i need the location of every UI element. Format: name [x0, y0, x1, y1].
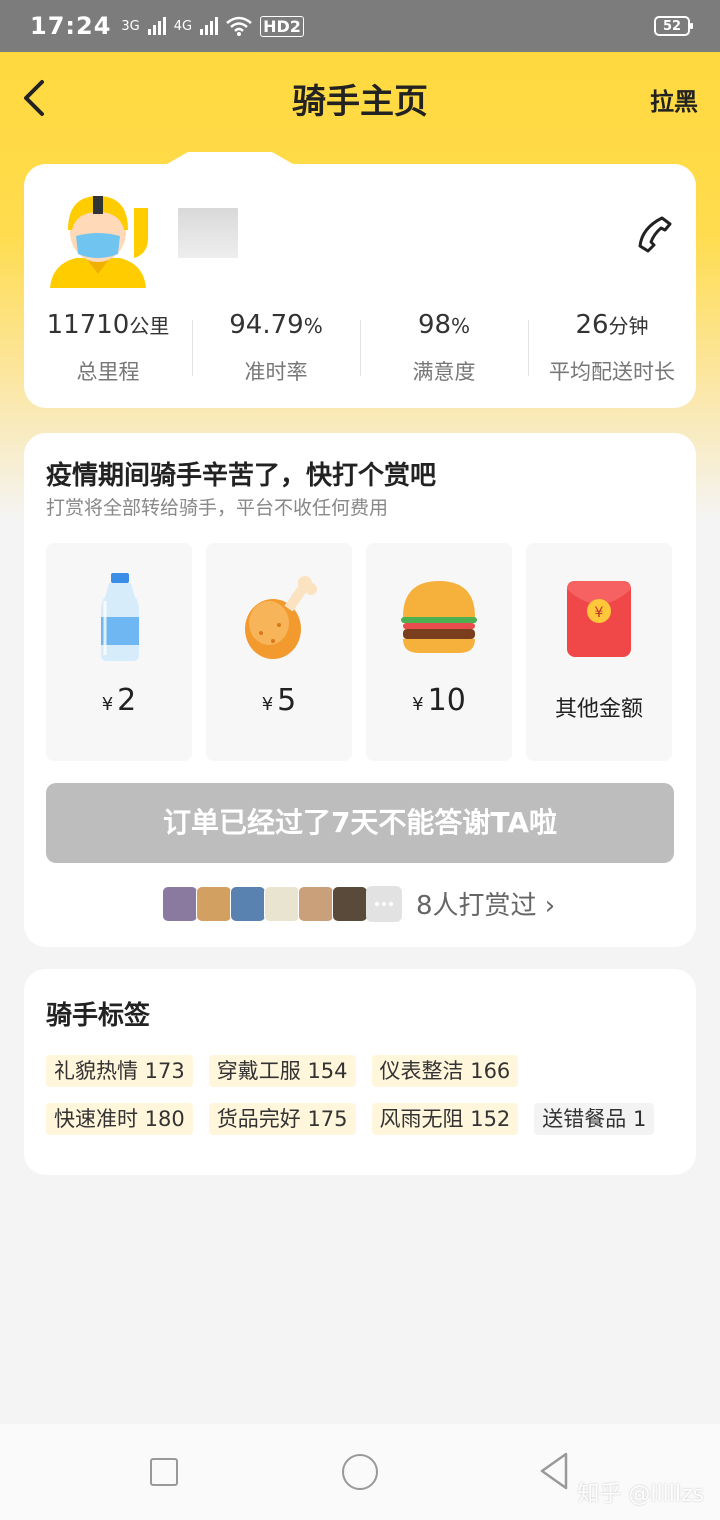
tipper-avatar — [298, 885, 334, 922]
stat-value: 98 — [417, 310, 452, 340]
rider-stats: 11710公里 总里程 94.79% 准时率 98% 满意度 26分钟 平均配送… — [24, 310, 696, 386]
tag-item: 风雨无阻 152 — [371, 1103, 519, 1135]
nav-bar: 骑手主页 拉黑 — [0, 52, 720, 140]
currency-symbol: ¥ — [412, 694, 424, 715]
tippers-row[interactable]: 8人打赏过 › — [162, 885, 555, 922]
stat-unit: 分钟 — [608, 314, 649, 338]
gift-amount-value: 5 — [277, 683, 297, 718]
tags-title: 骑手标签 — [46, 1001, 151, 1031]
gift-amount: ¥5 — [206, 683, 352, 718]
currency-symbol: ¥ — [261, 694, 274, 715]
gift-amount-value: 2 — [117, 683, 137, 718]
svg-text:¥: ¥ — [595, 605, 604, 621]
tipper-avatar — [196, 885, 232, 922]
tag-item: 仪表整洁 166 — [371, 1055, 519, 1087]
tip-title: 疫情期间骑手辛苦了，快打个赏吧 — [46, 461, 437, 491]
tipper-avatar — [230, 885, 266, 922]
stat-unit: % — [303, 314, 323, 338]
stat-label: 平均配送时长 — [549, 360, 675, 384]
rider-name-redacted — [178, 208, 238, 258]
gift-custom-label: 其他金额 — [554, 697, 643, 722]
gift-options: ¥2 ¥5 ¥ 10 ¥ 其他金额 — [46, 543, 672, 761]
tip-card: 疫情期间骑手辛苦了，快打个赏吧 打赏将全部转给骑手，平台不收任何费用 ¥2 ¥ … — [24, 433, 696, 947]
rider-home-page: 17:24 3G 4G HD2 52 骑手主页 拉黑 11710公里 总里程 9… — [0, 0, 720, 1520]
tag-item: 送错餐品 1 — [534, 1103, 655, 1135]
tip-disabled-button[interactable]: 订单已经过了7天不能答谢TA啦 — [46, 783, 674, 863]
system-nav-bar: 知乎 @lllllzs — [0, 1424, 720, 1520]
gift-option-10[interactable]: ¥10 — [366, 543, 512, 761]
rider-info-card: 11710公里 总里程 94.79% 准时率 98% 满意度 26分钟 平均配送… — [24, 152, 696, 408]
stat-label: 满意度 — [412, 360, 476, 384]
tag-item: 礼貌热情 173 — [46, 1055, 193, 1087]
tag-row-spacer — [534, 1055, 634, 1087]
network-3g-label: 3G — [121, 18, 140, 34]
gift-option-custom[interactable]: ¥ 其他金额 — [526, 543, 672, 761]
stat-value: 26 — [575, 310, 609, 340]
phone-icon[interactable] — [634, 214, 674, 254]
tag-item: 快速准时 180 — [46, 1103, 193, 1135]
gift-option-2[interactable]: ¥2 — [46, 543, 192, 761]
stat-label: 准时率 — [244, 360, 308, 384]
block-button[interactable]: 拉黑 — [650, 82, 698, 117]
stat-unit: 公里 — [129, 314, 170, 338]
stat-label: 总里程 — [76, 360, 140, 384]
tag-item: 货品完好 175 — [208, 1103, 356, 1135]
wifi-icon — [226, 16, 252, 36]
signal-icon — [200, 17, 219, 35]
hd-icon: HD2 — [260, 15, 304, 37]
system-back-icon[interactable] — [538, 1452, 570, 1490]
home-icon[interactable] — [342, 1454, 378, 1490]
gift-amount: ¥2 — [46, 683, 192, 718]
helmet-edge-icon — [134, 208, 148, 258]
gift-amount: ¥10 — [366, 683, 512, 718]
red-envelope-icon: ¥ — [567, 581, 631, 657]
gift-amount-value: 10 — [427, 683, 466, 718]
stat-avg-delivery-time: 26分钟 平均配送时长 — [528, 310, 696, 386]
stat-value: 11710 — [46, 310, 130, 340]
stat-on-time-rate: 94.79% 准时率 — [192, 310, 360, 386]
burger-icon — [401, 581, 477, 653]
stat-value: 94.79 — [229, 310, 304, 340]
water-bottle-icon — [101, 573, 139, 661]
gift-option-5[interactable]: ¥5 — [206, 543, 352, 761]
tipper-avatar — [332, 885, 368, 922]
stat-unit: % — [451, 314, 471, 338]
page-title: 骑手主页 — [292, 82, 428, 122]
stat-satisfaction: 98% 满意度 — [360, 310, 528, 386]
status-time: 17:24 — [30, 12, 112, 40]
battery-level: 52 — [662, 18, 682, 34]
watermark: 知乎 @lllllzs — [577, 1482, 704, 1507]
tipper-avatar — [264, 885, 300, 922]
rider-tags-card: 骑手标签 礼貌热情 173 穿戴工服 154 仪表整洁 166 快速准时 180… — [24, 969, 696, 1175]
stat-total-distance: 11710公里 总里程 — [24, 310, 192, 386]
tippers-count-link[interactable]: 8人打赏过 › — [416, 885, 555, 922]
status-icons: 3G 4G HD2 — [121, 15, 304, 37]
battery-icon: 52 — [654, 16, 693, 36]
signal-icon — [147, 17, 166, 35]
more-dots-icon — [366, 885, 402, 922]
tip-subtitle: 打赏将全部转给骑手，平台不收任何费用 — [46, 497, 389, 519]
tags-list: 礼貌热情 173 穿戴工服 154 仪表整洁 166 快速准时 180 货品完好… — [46, 1055, 686, 1135]
tag-item: 穿戴工服 154 — [208, 1055, 356, 1087]
recent-apps-icon[interactable] — [150, 1458, 178, 1486]
chicken-leg-icon — [245, 576, 317, 659]
currency-symbol: ¥ — [101, 694, 114, 715]
network-4g-label: 4G — [173, 18, 193, 34]
status-bar: 17:24 3G 4G HD2 52 — [0, 0, 720, 52]
tipper-avatar — [162, 885, 198, 922]
